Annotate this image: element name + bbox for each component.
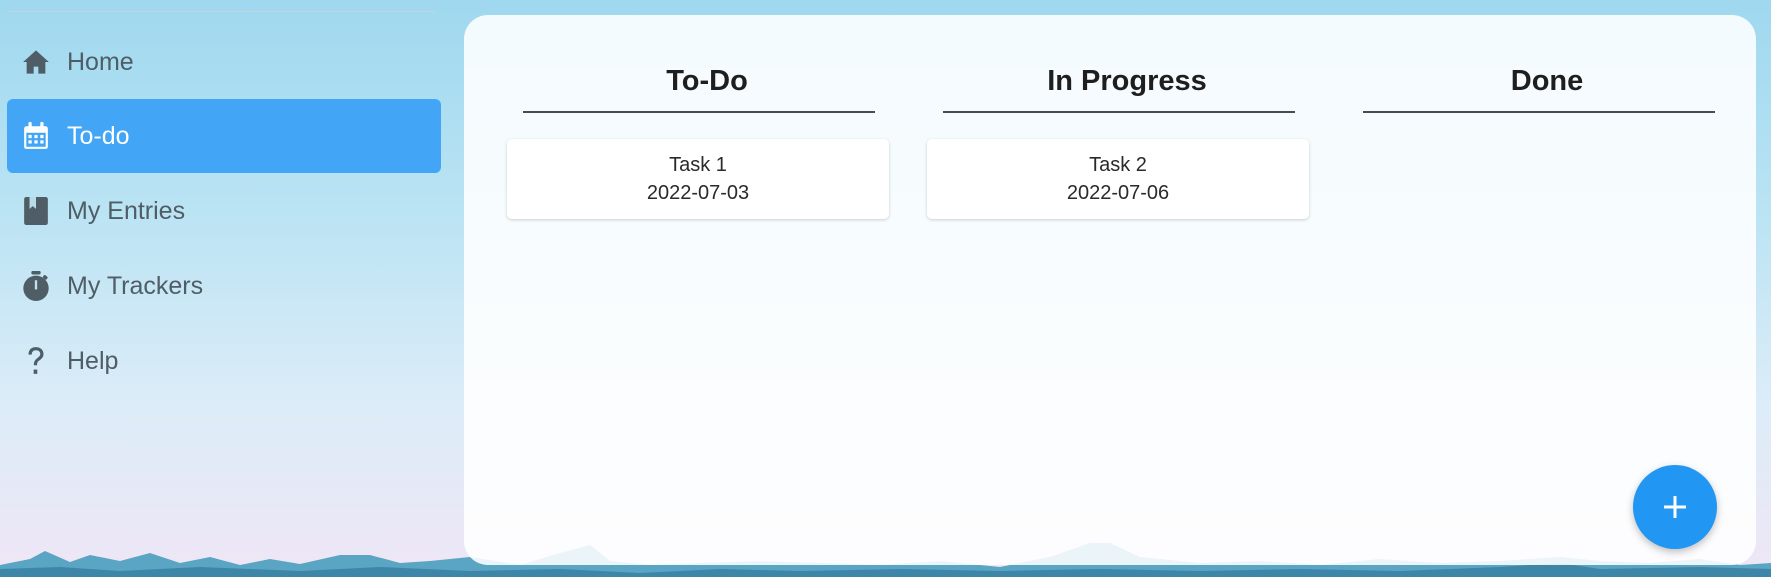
book-icon bbox=[21, 196, 51, 226]
help-icon bbox=[21, 346, 51, 376]
column-divider bbox=[1363, 111, 1715, 113]
sidebar-item-label: Help bbox=[67, 346, 119, 375]
task-date: 2022-07-03 bbox=[646, 182, 750, 204]
sidebar-divider bbox=[8, 11, 436, 12]
task-card[interactable]: Task 1 2022-07-03 bbox=[507, 139, 889, 219]
task-title: Task 1 bbox=[669, 154, 727, 176]
task-title: Task 2 bbox=[1089, 154, 1147, 176]
sidebar-item-my-entries[interactable]: My Entries bbox=[7, 174, 441, 248]
home-icon bbox=[21, 47, 51, 77]
column-divider bbox=[943, 111, 1295, 113]
sidebar-item-help[interactable]: Help bbox=[7, 324, 441, 398]
task-card[interactable]: Task 2 2022-07-06 bbox=[927, 139, 1309, 219]
kanban-board: To-Do Task 1 2022-07-03 In Progress Task… bbox=[464, 15, 1756, 565]
plus-icon bbox=[1664, 496, 1686, 518]
timer-icon bbox=[21, 271, 51, 301]
sidebar-item-my-trackers[interactable]: My Trackers bbox=[7, 249, 441, 323]
sidebar-item-label: My Entries bbox=[67, 196, 186, 225]
task-date: 2022-07-06 bbox=[1066, 182, 1170, 204]
column-divider bbox=[523, 111, 875, 113]
sidebar-item-home[interactable]: Home bbox=[7, 25, 441, 99]
sidebar-item-label: To-do bbox=[67, 121, 130, 150]
column-title: In Progress bbox=[1047, 65, 1207, 97]
sidebar-item-label: Home bbox=[67, 47, 134, 76]
calendar-icon bbox=[21, 121, 51, 151]
add-task-button[interactable] bbox=[1633, 465, 1717, 549]
sidebar: Home To-do My Entries My Trackers Help bbox=[0, 0, 450, 577]
column-title: Done bbox=[1510, 65, 1584, 97]
column-title: To-Do bbox=[666, 65, 748, 97]
sidebar-item-label: My Trackers bbox=[67, 271, 204, 300]
sidebar-item-todo[interactable]: To-do bbox=[7, 99, 441, 173]
